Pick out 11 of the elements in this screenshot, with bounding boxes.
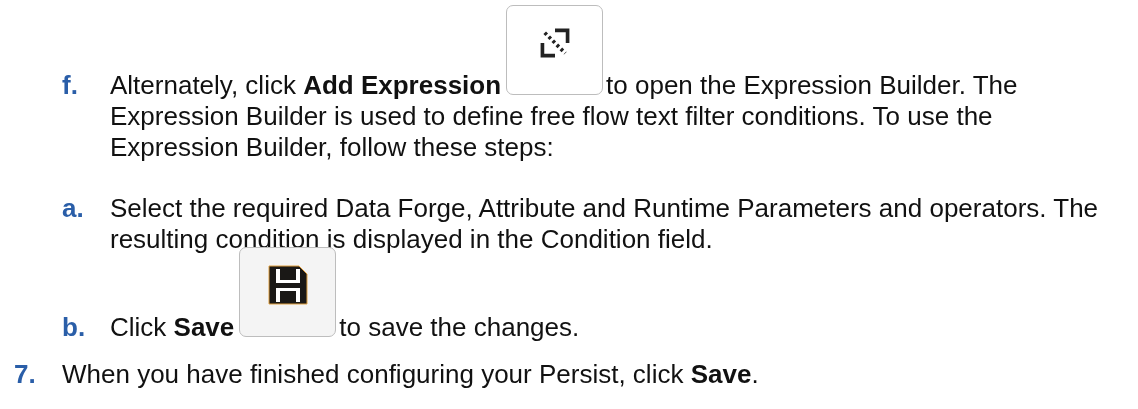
step-marker: a. [62,193,85,224]
step-text: Select the required Data Forge, Attribute and Runtime Parameters and operators. The resulting condition is displayed in the Condition field. [110,193,1100,255]
step-text: When you have finished configuring your Persist, click Save. [62,359,759,390]
step-text: to open the Expression Builder. The [606,70,1018,101]
step-text: Click Save [110,312,235,343]
step-marker: b. [62,312,87,343]
step-marker: f. [62,70,79,101]
step-text: to save the changes. [339,312,580,343]
step-marker: 7. [14,359,37,390]
step-text: Alternately, click Add Expression [110,70,502,101]
step-text: Expression Builder is used to define free flow text filter conditions. To use the Expression Builder, follow these steps: [110,101,994,163]
